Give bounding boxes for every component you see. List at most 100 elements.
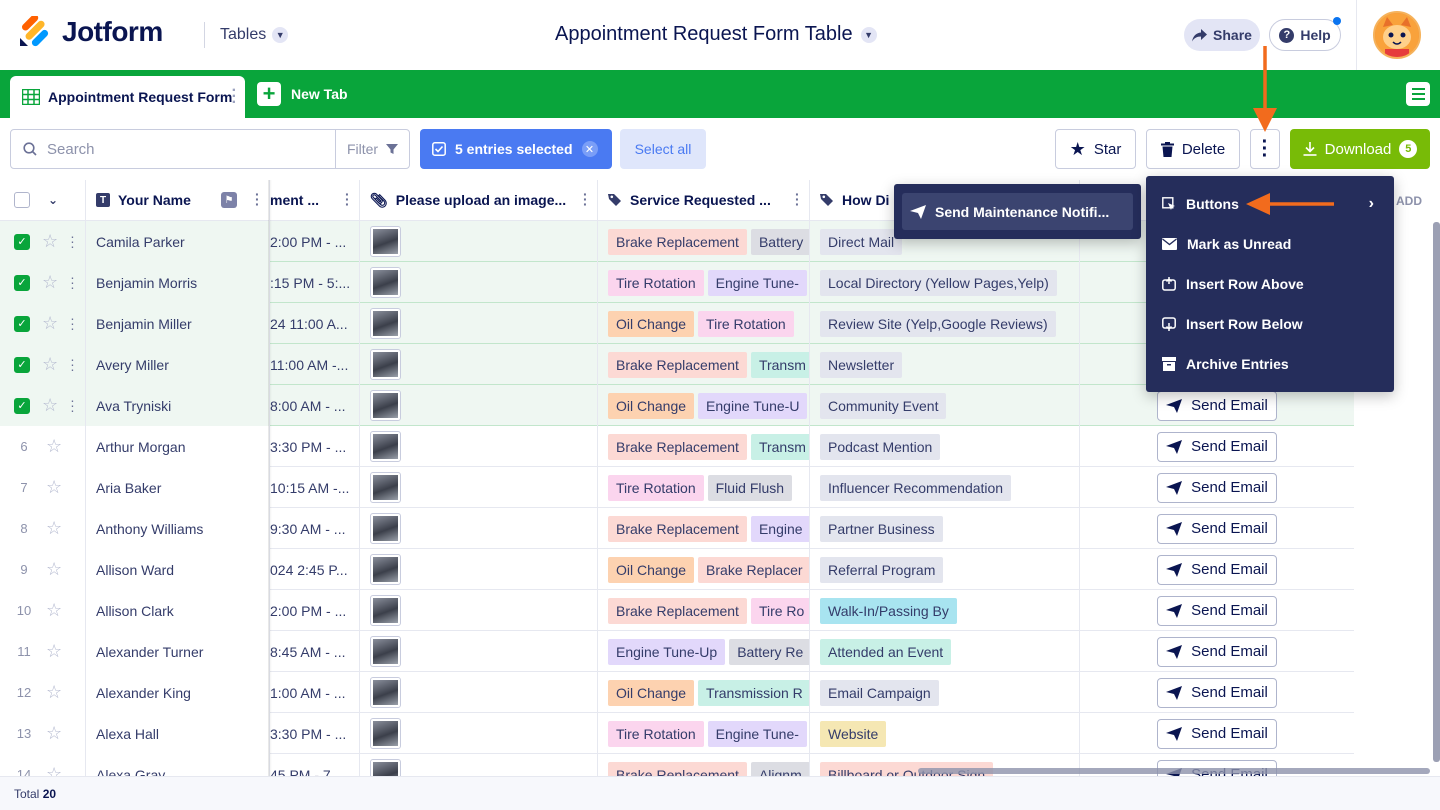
share-button[interactable]: Share [1184, 19, 1260, 51]
row-checkbox[interactable]: ✓ [14, 356, 30, 373]
upload-cell[interactable] [360, 344, 598, 385]
name-cell[interactable]: Arthur Morgan [86, 426, 270, 467]
car-image-thumbnail[interactable] [370, 267, 401, 298]
new-tab-button[interactable]: + New Tab [257, 81, 348, 106]
upload-cell[interactable] [360, 672, 598, 713]
star-outline-icon[interactable]: ☆ [42, 313, 58, 334]
star-outline-icon[interactable]: ☆ [42, 231, 58, 252]
upload-cell[interactable] [360, 385, 598, 426]
column-options-icon[interactable]: · · · [345, 187, 350, 211]
referral-cell[interactable]: Review Site (Yelp,Google Reviews) [810, 303, 1080, 344]
service-cell[interactable]: Tire Rotation Fluid Flush [598, 467, 810, 508]
hamburger-menu-icon[interactable] [1406, 82, 1430, 106]
table-row[interactable]: 7 ☆ Aria Baker 10:15 AM -... Tire Rotation F… [0, 467, 1354, 508]
column-header-appointment[interactable]: ment ... · · · [270, 180, 360, 221]
clear-selection-icon[interactable]: ✕ [581, 141, 598, 157]
pin-icon[interactable]: ⚑ [221, 192, 237, 208]
car-image-thumbnail[interactable] [370, 472, 401, 503]
service-cell[interactable]: Oil Change Brake Replacer [598, 549, 810, 590]
more-options-button[interactable]: · · · [1250, 129, 1280, 169]
page-title[interactable]: Appointment Request Form Table ▼ [555, 23, 877, 46]
car-image-thumbnail[interactable] [370, 513, 401, 544]
upload-cell[interactable] [360, 549, 598, 590]
star-outline-icon[interactable]: ☆ [46, 518, 62, 539]
name-cell[interactable]: Benjamin Morris [86, 262, 270, 303]
jotform-logo-icon[interactable] [18, 16, 50, 48]
service-cell[interactable]: Brake Replacement Engine [598, 508, 810, 549]
referral-cell[interactable]: Website [810, 713, 1080, 754]
column-options-icon[interactable]: · · · [583, 187, 588, 211]
car-image-thumbnail[interactable] [370, 390, 401, 421]
table-row[interactable]: 10 ☆ Allison Clark 2:00 PM - ... Brake Repl… [0, 590, 1354, 631]
row-checkbox[interactable]: ✓ [14, 397, 30, 414]
name-cell[interactable]: Ava Tryniski [86, 385, 270, 426]
menu-item-archive[interactable]: Archive Entries [1146, 344, 1394, 384]
star-outline-icon[interactable]: ☆ [46, 559, 62, 580]
referral-cell[interactable]: Attended an Event [810, 631, 1080, 672]
appointment-cell[interactable]: 024 2:45 P... [270, 549, 360, 590]
service-cell[interactable]: Oil Change Tire Rotation [598, 303, 810, 344]
send-maintenance-notification-item[interactable]: Send Maintenance Notifi... [902, 193, 1133, 230]
car-image-thumbnail[interactable] [370, 308, 401, 339]
row-options-icon[interactable]: · · · [70, 393, 75, 417]
entries-selected-badge[interactable]: 5 entries selected ✕ [420, 129, 612, 169]
send-email-button[interactable]: Send Email [1157, 636, 1277, 667]
referral-cell[interactable]: Newsletter [810, 344, 1080, 385]
star-outline-icon[interactable]: ☆ [46, 477, 62, 498]
send-email-button[interactable]: Send Email [1157, 431, 1277, 462]
name-cell[interactable]: Camila Parker [86, 221, 270, 262]
star-outline-icon[interactable]: ☆ [42, 354, 58, 375]
logo-text[interactable]: Jotform [62, 16, 163, 48]
name-cell[interactable]: Alexander King [86, 672, 270, 713]
column-options-icon[interactable]: · · · [795, 187, 800, 211]
filter-button[interactable]: Filter [335, 129, 410, 169]
referral-cell[interactable]: Podcast Mention [810, 426, 1080, 467]
appointment-cell[interactable]: 3:30 PM - ... [270, 426, 360, 467]
appointment-cell[interactable]: 8:00 AM - ... [270, 385, 360, 426]
name-cell[interactable]: Avery Miller [86, 344, 270, 385]
appointment-cell[interactable]: 1:00 AM - ... [270, 672, 360, 713]
car-image-thumbnail[interactable] [370, 349, 401, 380]
referral-cell[interactable]: Influencer Recommendation [810, 467, 1080, 508]
send-email-button[interactable]: Send Email [1157, 513, 1277, 544]
referral-cell[interactable]: Partner Business [810, 508, 1080, 549]
referral-cell[interactable]: Community Event [810, 385, 1080, 426]
appointment-cell[interactable]: 9:30 AM - ... [270, 508, 360, 549]
upload-cell[interactable] [360, 221, 598, 262]
table-row[interactable]: 8 ☆ Anthony Williams 9:30 AM - ... Brake Rep… [0, 508, 1354, 549]
upload-cell[interactable] [360, 713, 598, 754]
table-row[interactable]: 6 ☆ Arthur Morgan 3:30 PM - ... Brake Repla… [0, 426, 1354, 467]
send-email-button[interactable]: Send Email [1157, 472, 1277, 503]
car-image-thumbnail[interactable] [370, 431, 401, 462]
column-header-service[interactable]: Service Requested ... · · · [598, 180, 810, 221]
chevron-down-icon[interactable]: ⌄ [48, 193, 58, 207]
row-options-icon[interactable]: · · · [70, 352, 75, 376]
upload-cell[interactable] [360, 631, 598, 672]
car-image-thumbnail[interactable] [370, 226, 401, 257]
service-cell[interactable]: Brake Replacement Tire Ro [598, 590, 810, 631]
appointment-cell[interactable]: 2:00 PM - ... [270, 590, 360, 631]
send-email-button[interactable]: Send Email [1157, 718, 1277, 749]
star-outline-icon[interactable]: ☆ [42, 395, 58, 416]
name-cell[interactable]: Alexa Hall [86, 713, 270, 754]
download-button[interactable]: Download 5 [1290, 129, 1430, 169]
send-email-button[interactable]: Send Email [1157, 390, 1277, 421]
name-cell[interactable]: Benjamin Miller [86, 303, 270, 344]
referral-cell[interactable]: Local Directory (Yellow Pages,Yelp) [810, 262, 1080, 303]
service-cell[interactable]: Brake Replacement Transm [598, 426, 810, 467]
upload-cell[interactable] [360, 508, 598, 549]
avatar[interactable] [1373, 11, 1421, 59]
name-cell[interactable]: Allison Clark [86, 590, 270, 631]
name-cell[interactable]: Allison Ward [86, 549, 270, 590]
help-button[interactable]: ? Help [1269, 19, 1341, 51]
add-column-button[interactable]: ADD [1396, 194, 1422, 208]
row-checkbox[interactable]: ✓ [14, 274, 30, 291]
star-outline-icon[interactable]: ☆ [46, 723, 62, 744]
tab-appointment-request-form[interactable]: Appointment Request Form · · · [10, 76, 245, 118]
service-cell[interactable]: Oil Change Engine Tune-U [598, 385, 810, 426]
send-email-button[interactable]: Send Email [1157, 595, 1277, 626]
appointment-cell[interactable]: 11:00 AM -... [270, 344, 360, 385]
appointment-cell[interactable]: 24 11:00 A... [270, 303, 360, 344]
service-cell[interactable]: Tire Rotation Engine Tune- [598, 713, 810, 754]
car-image-thumbnail[interactable] [370, 677, 401, 708]
